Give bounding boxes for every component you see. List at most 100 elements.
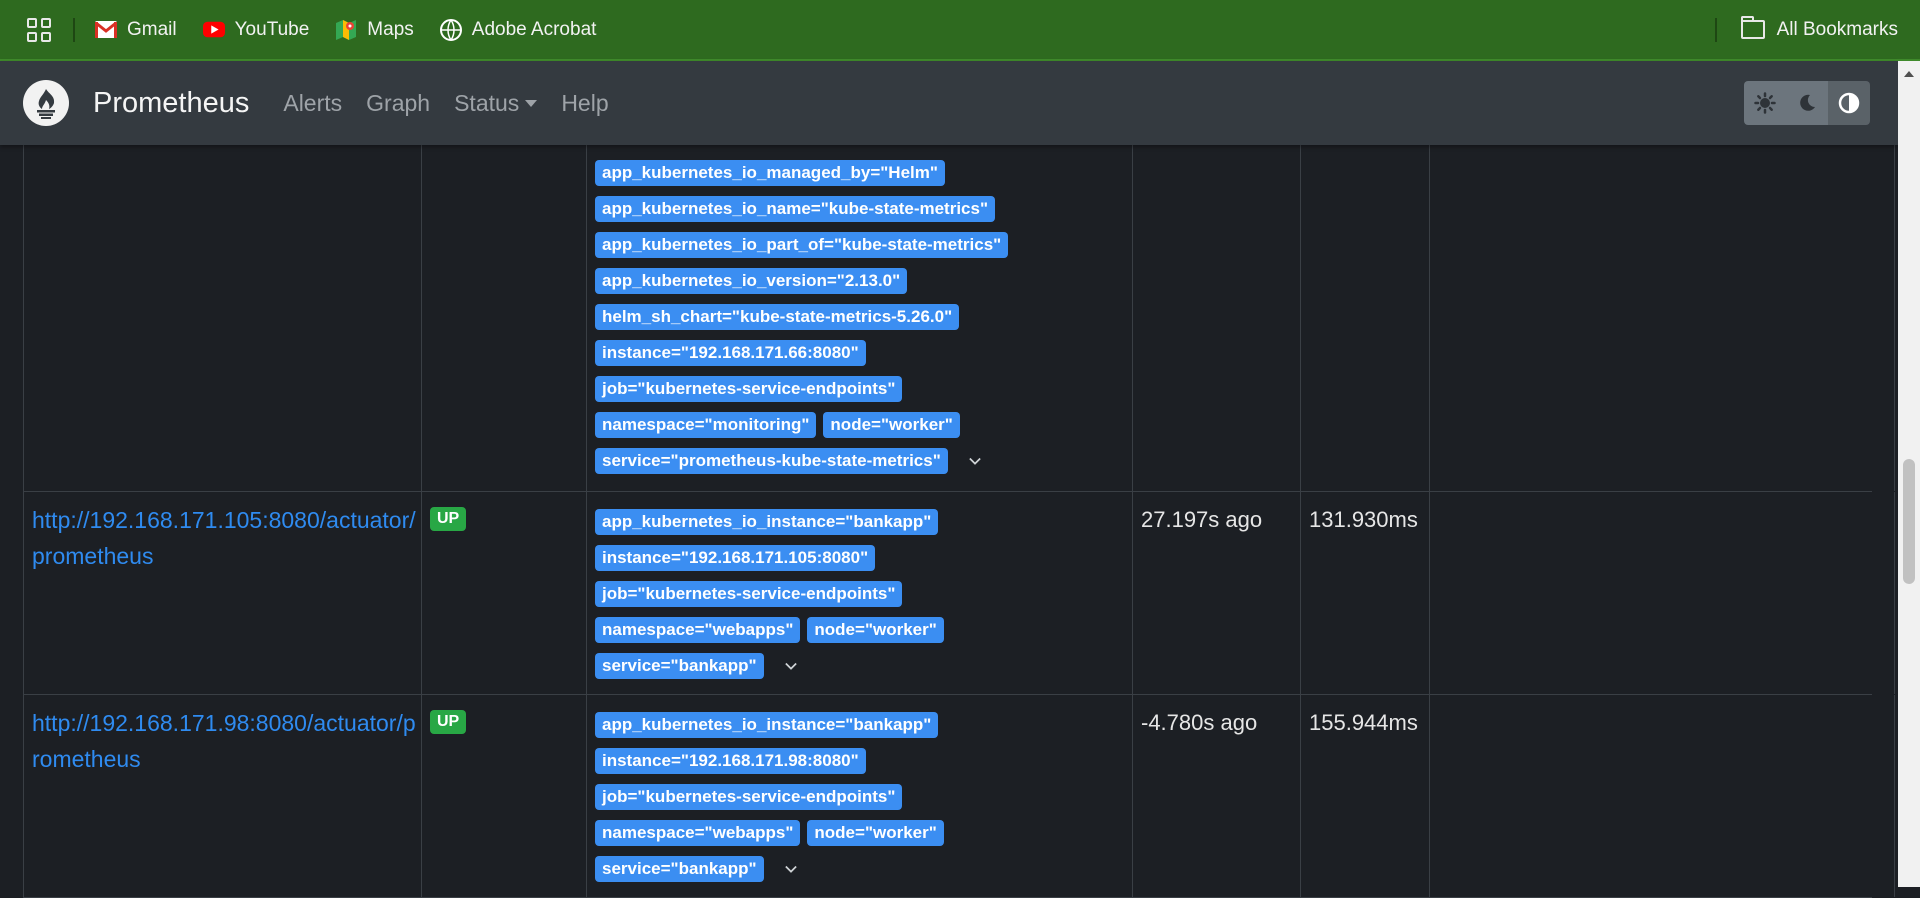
label-row: instance="192.168.171.66:8080"	[595, 335, 1130, 371]
nav-graph[interactable]: Graph	[366, 90, 430, 117]
state-cell: UP	[421, 695, 587, 897]
caret-down-icon	[525, 99, 538, 107]
label-row: service="bankapp"	[595, 851, 1130, 887]
apps-grid-icon[interactable]	[27, 17, 51, 42]
bookmark-youtube[interactable]: YouTube	[202, 18, 310, 41]
page-scrollbar[interactable]	[1898, 61, 1920, 887]
bookmarks-bar: Gmail YouTube Maps Adobe Acrobat All Boo…	[0, 0, 1920, 61]
label-row: app_kubernetes_io_managed_by="Helm"	[595, 155, 1130, 191]
bookmark-label: YouTube	[234, 18, 310, 40]
last-scrape-text: 27.197s ago	[1141, 507, 1263, 532]
nav-status-dropdown[interactable]: Status	[454, 89, 538, 117]
theme-toggle-group	[1744, 81, 1870, 125]
label-row: service="bankapp"	[595, 648, 1130, 684]
moon-icon	[1800, 94, 1815, 111]
last-scrape-cell	[1132, 145, 1301, 491]
state-cell: UP	[421, 492, 587, 694]
label-badge: node="worker"	[807, 820, 944, 846]
top-navbar: Prometheus Alerts Graph Status Help	[0, 61, 1898, 145]
label-row: app_kubernetes_io_name="kube-state-metri…	[595, 191, 1130, 227]
label-badge: app_kubernetes_io_name="kube-state-metri…	[595, 196, 996, 222]
label-row: app_kubernetes_io_version="2.13.0"	[595, 263, 1130, 299]
label-badge: job="kubernetes-service-endpoints"	[595, 376, 903, 402]
error-cell	[1429, 695, 1895, 897]
label-badge: instance="192.168.171.105:8080"	[595, 545, 876, 571]
bookmark-label: Adobe Acrobat	[471, 18, 597, 40]
endpoint-link[interactable]: http://192.168.171.105:8080/actuator/pro…	[32, 502, 422, 574]
folder-icon	[1740, 16, 1765, 39]
scrape-duration-cell: 131.930ms	[1300, 492, 1430, 694]
label-row: job="kubernetes-service-endpoints"	[595, 779, 1130, 815]
expand-labels-chevron-icon[interactable]	[969, 455, 981, 467]
status-badge: UP	[430, 710, 467, 734]
nav-label: Help	[561, 89, 609, 116]
label-row: namespace="webapps" node="worker"	[595, 612, 1130, 648]
bookmark-label: Maps	[367, 18, 414, 40]
last-scrape-cell: 27.197s ago	[1132, 492, 1301, 694]
theme-auto-button[interactable]	[1828, 81, 1870, 125]
label-badge: service="bankapp"	[595, 856, 764, 882]
endpoint-link[interactable]: http://192.168.171.98:8080/actuator/prom…	[32, 705, 422, 777]
label-badge: helm_sh_chart="kube-state-metrics-5.26.0…	[595, 304, 960, 330]
labels-cell: app_kubernetes_io_managed_by="Helm" app_…	[586, 130, 1133, 491]
table-row: http://192.168.171.105:8080/actuator/pro…	[23, 492, 1895, 695]
label-row: job="kubernetes-service-endpoints"	[595, 576, 1130, 612]
label-badge: app_kubernetes_io_managed_by="Helm"	[595, 160, 945, 186]
scrape-duration-cell: 155.944ms	[1300, 695, 1430, 897]
youtube-icon	[202, 19, 225, 41]
label-badge: namespace="monitoring"	[595, 412, 817, 438]
targets-table: app_kubernetes_io_managed_by="Helm" app_…	[23, 130, 1895, 898]
expand-labels-chevron-icon[interactable]	[784, 863, 797, 875]
state-cell	[421, 145, 587, 491]
bookmark-gmail[interactable]: Gmail	[95, 19, 177, 41]
last-scrape-text: -4.780s ago	[1141, 710, 1258, 735]
label-badge: instance="192.168.171.98:8080"	[595, 748, 866, 774]
label-row: namespace="webapps" node="worker"	[595, 815, 1130, 851]
label-row: instance="192.168.171.98:8080"	[595, 743, 1130, 779]
last-scrape-cell: -4.780s ago	[1132, 695, 1301, 897]
nav-alerts[interactable]: Alerts	[283, 90, 342, 117]
acrobat-icon	[439, 18, 462, 41]
label-badge: service="bankapp"	[595, 653, 764, 679]
maps-icon	[335, 19, 357, 41]
nav-label: Status	[454, 89, 520, 116]
error-cell	[1429, 492, 1895, 694]
bookmark-adobe-acrobat[interactable]: Adobe Acrobat	[439, 18, 597, 41]
all-bookmarks-label: All Bookmarks	[1776, 18, 1898, 40]
endpoint-cell: http://192.168.171.105:8080/actuator/pro…	[23, 492, 422, 694]
prometheus-logo-icon[interactable]	[23, 80, 69, 126]
endpoint-cell	[23, 145, 422, 491]
label-row: app_kubernetes_io_part_of="kube-state-me…	[595, 227, 1130, 263]
all-bookmarks-button[interactable]: All Bookmarks	[1740, 16, 1898, 41]
nav-label: Alerts	[283, 89, 343, 116]
label-badge: app_kubernetes_io_version="2.13.0"	[595, 268, 908, 294]
bookmarks-divider	[1714, 17, 1717, 42]
scrollbar-thumb[interactable]	[1903, 459, 1915, 584]
gmail-icon	[95, 19, 117, 41]
theme-light-button[interactable]	[1744, 81, 1786, 125]
label-row: app_kubernetes_io_instance="bankapp"	[595, 707, 1130, 743]
label-row: instance="192.168.171.105:8080"	[595, 540, 1130, 576]
nav-help[interactable]: Help	[561, 90, 608, 117]
label-badge: app_kubernetes_io_instance="bankapp"	[595, 509, 939, 535]
theme-dark-button[interactable]	[1786, 81, 1828, 125]
label-badge: service="prometheus-kube-state-metrics"	[595, 448, 948, 474]
bookmark-maps[interactable]: Maps	[335, 18, 414, 41]
label-badge: namespace="webapps"	[595, 820, 801, 846]
labels-cell: app_kubernetes_io_instance="bankapp" ins…	[586, 695, 1133, 897]
label-row: service="prometheus-kube-state-metrics"	[595, 443, 1130, 479]
label-badge: app_kubernetes_io_part_of="kube-state-me…	[595, 232, 1009, 258]
error-cell	[1429, 145, 1895, 491]
bookmarks-divider	[73, 17, 75, 42]
scrape-duration-text: 155.944ms	[1309, 710, 1418, 735]
scrape-duration-cell	[1300, 145, 1430, 491]
expand-labels-chevron-icon[interactable]	[784, 660, 797, 672]
sun-icon	[1754, 92, 1776, 114]
scroll-up-arrow-icon[interactable]	[1904, 71, 1914, 77]
brand-title[interactable]: Prometheus	[93, 87, 249, 120]
labels-cell: app_kubernetes_io_instance="bankapp" ins…	[586, 492, 1133, 694]
label-row: helm_sh_chart="kube-state-metrics-5.26.0…	[595, 299, 1130, 335]
label-badge: job="kubernetes-service-endpoints"	[595, 581, 903, 607]
bookmark-label: Gmail	[127, 18, 177, 40]
nav-label: Graph	[366, 89, 431, 116]
